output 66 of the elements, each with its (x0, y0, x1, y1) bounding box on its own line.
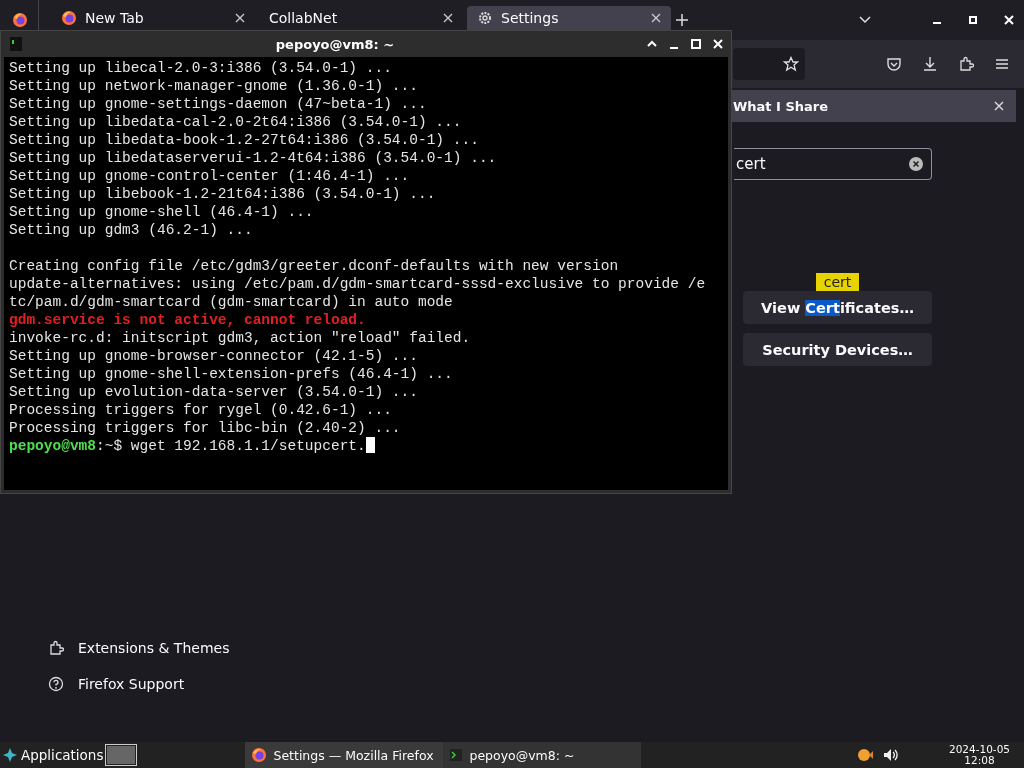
terminal-line: Processing triggers for rygel (0.42.6-1) ... (9, 401, 393, 419)
volume-icon[interactable] (882, 747, 899, 763)
terminal-line: Setting up gnome-settings-daemon (47~beta-1) ... (9, 95, 428, 113)
terminal-line: Setting up evolution-data-server (3.54.0-1) ... (9, 383, 419, 401)
sidebar-link[interactable]: Firefox Support (78, 676, 185, 692)
close-icon[interactable] (443, 13, 453, 23)
browser-tab[interactable]: CollabNet (259, 6, 463, 30)
download-icon[interactable] (922, 56, 938, 72)
browser-tab[interactable]: New Tab (51, 6, 255, 30)
sidebar-link[interactable]: Extensions & Themes (78, 640, 230, 656)
applications-menu[interactable]: Applications (0, 747, 104, 763)
help-icon (48, 676, 64, 692)
puzzle-icon (48, 640, 64, 656)
terminal-line: Setting up gnome-shell (46.4-1) ... (9, 203, 315, 221)
prompt-path: :~$ (96, 438, 123, 454)
maximize-icon[interactable] (968, 15, 978, 25)
close-icon[interactable] (235, 13, 245, 23)
chevron-up-icon[interactable] (647, 39, 657, 49)
clock-time: 12:08 (964, 755, 995, 766)
terminal-line: Setting up libebook-1.2-21t64:i386 (3.54.0-1) ... (9, 185, 437, 203)
terminal-line: tc/pam.d/gdm-smartcard (gdm-smartcard) in auto mode (9, 293, 454, 311)
workspace-thumbnail[interactable] (105, 744, 138, 766)
firefox-icon (61, 10, 77, 26)
firefox-icon (12, 12, 28, 28)
browser-tab[interactable]: Settings (467, 6, 671, 30)
new-tab-icon[interactable] (675, 13, 689, 27)
prompt-user: pepoyo@vm8 (9, 438, 96, 454)
terminal-line: Setting up libecal-2.0-3:i386 (3.54.0-1) ... (9, 59, 393, 77)
terminal-line: Setting up libedataserverui-1.2-4t64:i386 (3.54.0-1) ... (9, 149, 498, 167)
terminal-line: update-alternatives: using /etc/pam.d/gdm-smartcard-sssd-exclusive to provide /e (9, 275, 707, 293)
terminal-icon (9, 37, 23, 51)
fish-icon[interactable] (856, 747, 873, 763)
maximize-icon[interactable] (691, 39, 701, 49)
terminal-line: Creating config file /etc/gdm3/greeter.dconf-defaults with new version (9, 257, 620, 275)
search-field[interactable]: cert (734, 148, 932, 180)
terminal-line: Setting up gnome-control-center (1:46.4-1) ... (9, 167, 411, 185)
taskbar-button[interactable]: Settings — Mozilla Firefox (245, 742, 444, 768)
terminal-line: Processing triggers for libc-bin (2.40-2) ... (9, 419, 402, 437)
address-bar[interactable] (733, 48, 805, 80)
clear-icon[interactable] (909, 157, 923, 171)
text-cursor (365, 437, 375, 453)
puzzle-icon[interactable] (958, 56, 974, 72)
star-logo-icon (2, 747, 18, 763)
terminal-line: Setting up gnome-shell-extension-prefs (46.4-1) ... (9, 365, 454, 383)
star-icon[interactable] (783, 56, 799, 72)
settings-button[interactable]: Security Devices… (743, 333, 932, 366)
tooltip: cert (815, 273, 860, 291)
menu-icon[interactable] (994, 56, 1010, 72)
terminal-line: invoke-rc.d: initscript gdm3, action "reload" failed. (9, 329, 472, 347)
error-line: gdm.service is not active, cannot reload. (9, 311, 367, 329)
terminal-line: Setting up gnome-browser-connector (42.1-5) ... (9, 347, 419, 365)
terminal-icon (449, 748, 464, 762)
terminal-line: Setting up network-manager-gnome (1.36.0-1) ... (9, 77, 419, 95)
notification-text: What I Share (733, 98, 829, 114)
window-title: pepoyo@vm8: ~ (274, 36, 396, 52)
clock-date: 2024-10-05 (948, 744, 1010, 755)
command-text: wget 192.168.1.1/setupcert. (130, 438, 366, 454)
terminal-line: Setting up libedata-cal-2.0-2t64:i386 (3.54.0-1) ... (9, 113, 463, 131)
terminal-line: Setting up gdm3 (46.2-1) ... (9, 221, 254, 239)
taskbar-button[interactable]: pepoyo@vm8: ~ (443, 742, 642, 768)
gear-icon (477, 10, 493, 26)
pocket-icon[interactable] (886, 56, 902, 72)
firefox-icon (251, 747, 268, 763)
terminal-line: Setting up libedata-book-1.2-27t64:i386 (3.54.0-1) ... (9, 131, 480, 149)
close-icon[interactable] (994, 101, 1004, 111)
close-icon[interactable] (651, 13, 661, 23)
